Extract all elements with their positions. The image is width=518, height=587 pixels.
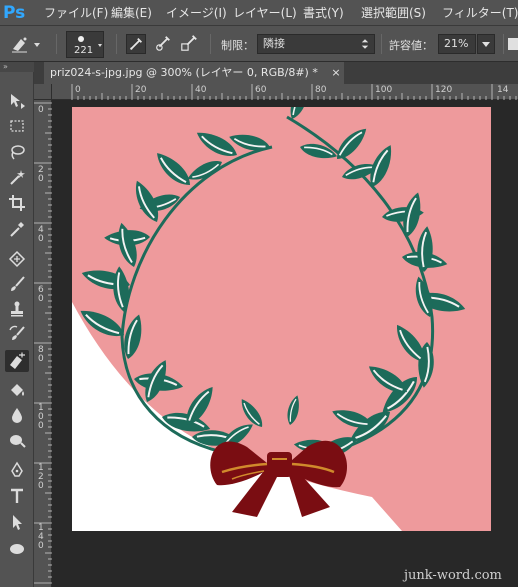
ruler-label: 0 bbox=[38, 105, 44, 115]
document-tab-bar: priz024-s-jpg.jpg @ 300% (レイヤー 0, RGB/8#… bbox=[34, 62, 518, 84]
clone-stamp-tool-icon[interactable] bbox=[5, 298, 29, 320]
menu-file[interactable]: ファイル(F) bbox=[44, 0, 108, 26]
document-tab[interactable]: priz024-s-jpg.jpg @ 300% (レイヤー 0, RGB/8#… bbox=[44, 62, 344, 84]
ruler-label: 20 bbox=[38, 165, 44, 184]
ruler-label: 60 bbox=[255, 85, 267, 95]
ruler-label: 100 bbox=[38, 403, 44, 431]
brush-tool-icon[interactable] bbox=[5, 273, 29, 295]
document-tab-title: priz024-s-jpg.jpg @ 300% (レイヤー 0, RGB/8#… bbox=[50, 66, 318, 79]
ruler-label: 100 bbox=[375, 85, 393, 95]
type-tool-icon[interactable] bbox=[5, 485, 29, 507]
ruler-label: 140 bbox=[38, 523, 44, 551]
horizontal-ruler[interactable]: 0 20 40 60 80 100 120 14 bbox=[52, 84, 518, 100]
blur-tool-icon[interactable] bbox=[5, 404, 29, 426]
ruler-label: 120 bbox=[435, 85, 453, 95]
ruler-label: 60 bbox=[38, 285, 44, 304]
watermark: junk-word.com bbox=[404, 568, 502, 583]
tolerance-label: 許容値： bbox=[389, 39, 433, 52]
menu-filter[interactable]: フィルター(T) bbox=[442, 0, 518, 26]
limits-label: 制限： bbox=[221, 39, 254, 52]
ruler-label: 0 bbox=[75, 85, 81, 95]
sampling-continuous-icon[interactable] bbox=[126, 34, 146, 54]
tools-panel: » bbox=[0, 62, 34, 587]
background-eraser-icon[interactable] bbox=[10, 34, 30, 54]
brush-size-value: 221 bbox=[74, 45, 94, 56]
background-eraser-tool-icon[interactable] bbox=[5, 350, 29, 372]
move-tool-icon[interactable] bbox=[5, 90, 29, 112]
eyedropper-tool-icon[interactable] bbox=[5, 218, 29, 240]
options-bar: 221 制限： 隣接 許容値： 21% bbox=[0, 26, 518, 62]
ellipse-tool-icon[interactable] bbox=[5, 538, 29, 560]
limits-value: 隣接 bbox=[263, 37, 285, 50]
ruler-label: 120 bbox=[38, 463, 44, 491]
path-selection-tool-icon[interactable] bbox=[5, 511, 29, 533]
close-tab-icon[interactable]: × bbox=[331, 66, 340, 79]
vertical-ruler[interactable]: 0 20 40 60 80 100 120 140 bbox=[34, 100, 52, 587]
menu-type[interactable]: 書式(Y) bbox=[303, 0, 344, 26]
crop-tool-icon[interactable] bbox=[5, 192, 29, 214]
tool-preset-dropdown-icon[interactable] bbox=[32, 34, 42, 54]
healing-brush-tool-icon[interactable] bbox=[5, 248, 29, 270]
ruler-label: 80 bbox=[38, 345, 44, 364]
magic-wand-tool-icon[interactable] bbox=[5, 166, 29, 188]
ruler-origin[interactable] bbox=[34, 84, 52, 100]
dodge-tool-icon[interactable] bbox=[5, 429, 29, 451]
ruler-label: 40 bbox=[195, 85, 207, 95]
lasso-tool-icon[interactable] bbox=[5, 141, 29, 163]
paint-bucket-tool-icon[interactable] bbox=[5, 379, 29, 401]
antialias-checkbox[interactable] bbox=[508, 34, 518, 54]
photoshop-logo: Ps bbox=[3, 3, 26, 23]
ruler-label: 14 bbox=[497, 85, 509, 95]
select-arrows-icon bbox=[361, 39, 369, 49]
marquee-tool-icon[interactable] bbox=[5, 115, 29, 137]
chevron-down-icon bbox=[482, 42, 490, 47]
menu-select[interactable]: 選択範囲(S) bbox=[361, 0, 426, 26]
canvas-area[interactable] bbox=[52, 100, 518, 570]
ruler-label: 40 bbox=[38, 225, 44, 244]
tools-panel-grip[interactable]: » bbox=[0, 62, 34, 72]
limits-select[interactable]: 隣接 bbox=[257, 34, 375, 54]
menu-layer[interactable]: レイヤー(L) bbox=[233, 0, 297, 26]
tolerance-input[interactable]: 21% bbox=[438, 34, 476, 54]
tolerance-dropdown[interactable] bbox=[477, 34, 495, 54]
ruler-label: 80 bbox=[315, 85, 327, 95]
menu-edit[interactable]: 編集(E) bbox=[111, 0, 152, 26]
document-image[interactable] bbox=[72, 107, 491, 531]
sampling-swatch-icon[interactable] bbox=[180, 34, 200, 54]
sampling-once-icon[interactable] bbox=[154, 34, 174, 54]
pen-tool-icon[interactable] bbox=[5, 459, 29, 481]
history-brush-tool-icon[interactable] bbox=[5, 323, 29, 345]
ruler-label: 20 bbox=[135, 85, 147, 95]
menu-bar: Ps ファイル(F) 編集(E) イメージ(I) レイヤー(L) 書式(Y) 選… bbox=[0, 0, 518, 26]
tolerance-value: 21% bbox=[444, 37, 469, 50]
menu-image[interactable]: イメージ(I) bbox=[166, 0, 227, 26]
brush-preset-picker[interactable]: 221 bbox=[66, 31, 104, 58]
